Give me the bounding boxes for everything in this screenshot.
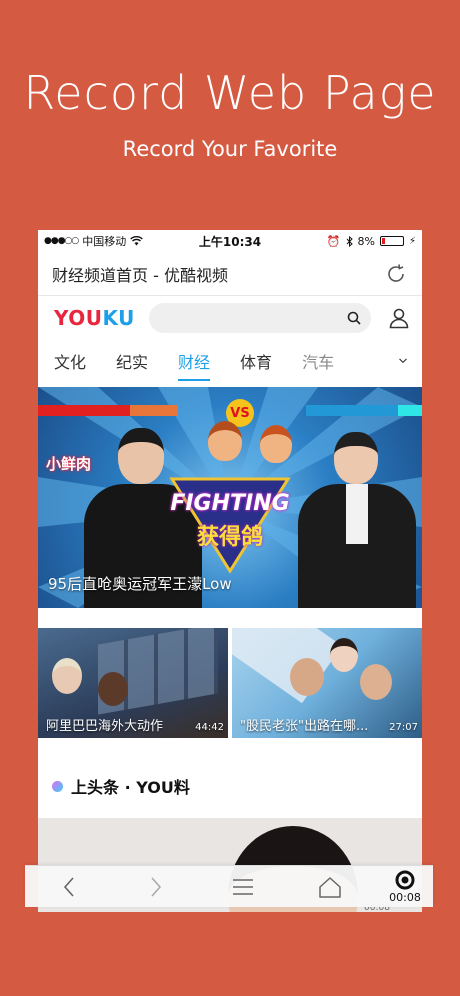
- reload-icon[interactable]: [384, 262, 408, 286]
- thumb-person-1: [52, 658, 82, 694]
- right-health-bar-end: [398, 405, 422, 416]
- video-title: 阿里巴巴海外大动作: [46, 719, 164, 734]
- status-bar: ●●●○○ 中国移动 上午10:34 ⏰ 8% ⚡: [38, 230, 422, 252]
- tab-auto[interactable]: 汽车: [302, 349, 334, 373]
- right-health-bar: [306, 405, 398, 416]
- youku-header: YOUKU: [38, 296, 422, 340]
- left-health-bar-end: [130, 405, 178, 416]
- page-title: 财经频道首页 - 优酷视频: [52, 265, 228, 285]
- home-icon: [318, 876, 341, 898]
- tab-culture[interactable]: 文化: [54, 349, 86, 373]
- phone-screen: ●●●○○ 中国移动 上午10:34 ⏰ 8% ⚡ 财经频道首页 - 优酷视频: [38, 230, 422, 912]
- promo-title: Record Web Page: [23, 66, 437, 120]
- address-bar[interactable]: 财经频道首页 - 优酷视频: [38, 252, 422, 296]
- cartoon-head-left: [208, 421, 242, 461]
- home-button[interactable]: [286, 866, 373, 908]
- fighting-logo: FIGHTING 获得鸽: [164, 473, 296, 573]
- record-button[interactable]: 00:08: [383, 870, 427, 904]
- user-icon[interactable]: [388, 307, 410, 329]
- category-tabs: 文化 纪实 财经 体育 汽车: [38, 340, 422, 382]
- section-dot-icon: [52, 780, 63, 792]
- chevron-left-icon: [63, 876, 74, 897]
- chevron-down-icon[interactable]: [386, 353, 412, 369]
- cartoon-head-right: [260, 425, 292, 463]
- section-header: 上头条 · YOU料: [52, 774, 190, 798]
- thumb-person-4: [330, 638, 358, 672]
- thumb-arrow: [232, 628, 343, 704]
- video-title: "股民老张"出路在哪...: [240, 719, 369, 734]
- promo-subtitle: Record Your Favorite: [122, 137, 338, 161]
- left-health-bar: [38, 405, 130, 416]
- thumb-person-5: [360, 664, 392, 700]
- search-input[interactable]: [148, 303, 371, 333]
- record-icon: [395, 870, 415, 889]
- video-grid: 阿里巴巴海外大动作 44:42 "股民老张"出路在哪... 27:07: [38, 628, 422, 738]
- thumb-person-3: [290, 658, 324, 696]
- bluetooth-icon: [346, 235, 353, 247]
- alarm-icon: ⏰: [326, 234, 341, 248]
- section-title: 上头条 · YOU料: [71, 778, 190, 797]
- menu-icon: [232, 878, 253, 895]
- video-card[interactable]: 阿里巴巴海外大动作 44:42: [38, 628, 228, 738]
- back-button[interactable]: [25, 866, 112, 908]
- tab-documentary[interactable]: 纪实: [116, 349, 148, 373]
- browser-toolbar: 00:08: [25, 865, 433, 907]
- charging-icon: ⚡: [408, 235, 416, 247]
- video-card[interactable]: "股民老张"出路在哪... 27:07: [232, 628, 422, 738]
- youku-logo[interactable]: YOUKU: [54, 306, 135, 330]
- record-timer: 00:08: [389, 890, 421, 904]
- tab-sports[interactable]: 体育: [240, 349, 272, 373]
- forward-button[interactable]: [112, 866, 199, 908]
- battery-percent: 8%: [357, 234, 375, 248]
- tab-finance[interactable]: 财经: [178, 349, 211, 381]
- search-icon[interactable]: [347, 311, 361, 325]
- hero-banner[interactable]: VS 小鲜肉 FIGHTING 获得鸽 95后直呛奥运冠军王濛Low: [38, 387, 422, 608]
- video-duration: 27:07: [389, 722, 418, 733]
- video-duration: 44:42: [195, 722, 224, 733]
- chevron-right-icon: [150, 876, 161, 897]
- menu-button[interactable]: [199, 866, 286, 908]
- hero-caption: 95后直呛奥运冠军王濛Low: [48, 575, 232, 593]
- battery-icon: [379, 236, 404, 246]
- thumb-person-2: [98, 672, 128, 706]
- person-right: [298, 432, 416, 608]
